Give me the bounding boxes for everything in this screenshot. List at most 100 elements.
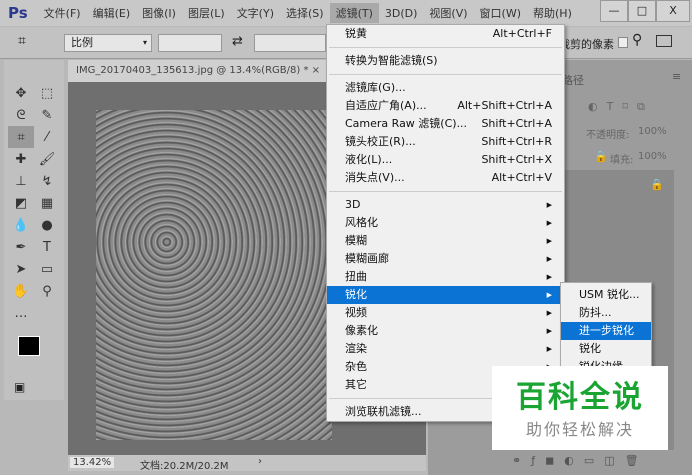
menu-item-label: 3D (345, 198, 361, 211)
menu-item[interactable]: 进一步锐化 (561, 322, 651, 340)
watermark-title: 百科全说 (516, 380, 644, 415)
menu-type[interactable]: 文字(Y) (231, 3, 280, 23)
gradient-tool-icon[interactable]: ▦ (34, 192, 60, 214)
menu-item[interactable]: 渲染 ▶ (327, 340, 564, 358)
menu-item[interactable]: 转换为智能滤镜(S) (327, 52, 564, 70)
ratio-select[interactable]: 比例 ▾ (64, 34, 152, 52)
menu-item[interactable]: USM 锐化... (561, 286, 651, 304)
paths-tab[interactable]: 路径 (562, 72, 584, 88)
menu-window[interactable]: 窗口(W) (474, 3, 527, 23)
menu-item-label: Camera Raw 滤镜(C)... (345, 117, 468, 130)
foreground-color[interactable] (18, 336, 40, 356)
menu-item[interactable]: 滤镜库(G)... (327, 79, 564, 97)
sharpen-submenu: USM 锐化...防抖...进一步锐化锐化锐化边缘 (560, 282, 652, 377)
opacity-label: 不透明度: (586, 130, 630, 141)
height-input[interactable] (254, 34, 326, 52)
menu-item[interactable]: 锐化 (561, 340, 651, 358)
menu-item-label: USM 锐化... (579, 288, 640, 301)
menu-help[interactable]: 帮助(H) (527, 3, 578, 23)
workspace-icon[interactable] (656, 35, 672, 47)
menu-view[interactable]: 视图(V) (423, 3, 473, 23)
menu-item[interactable]: 防抖... (561, 304, 651, 322)
crop-tool-icon[interactable]: ⌗ (8, 126, 34, 148)
menu-item-label: 风格化 (345, 216, 378, 229)
dodge-tool-icon[interactable]: ● (34, 214, 60, 236)
layer-filter-icons[interactable]: ◐T⌑⧉ (588, 100, 654, 114)
screen-mode-icon[interactable]: ▣ (14, 380, 25, 394)
menu-item[interactable]: 液化(L)... Shift+Ctrl+X (327, 151, 564, 169)
menu-item[interactable]: 自适应广角(A)... Alt+Shift+Ctrl+A (327, 97, 564, 115)
document-tab-title: IMG_20170403_135613.jpg @ 13.4%(RGB/8) * (76, 65, 309, 76)
fill-label: 填充: (610, 155, 634, 166)
menu-shortcut: Shift+Ctrl+A (481, 117, 552, 130)
submenu-arrow-icon: ▶ (546, 237, 552, 245)
delete-cropped-checkbox[interactable] (618, 37, 628, 48)
menu-layer[interactable]: 图层(L) (182, 3, 231, 23)
hand-tool-icon[interactable]: ✋ (8, 280, 34, 302)
lock-icon[interactable]: 🔒 (594, 150, 608, 163)
fill-value[interactable]: 100% (638, 151, 667, 162)
menu-shortcut: Shift+Ctrl+X (481, 153, 552, 166)
panel-menu-icon[interactable]: ≡ (672, 70, 681, 83)
crop-tool-icon[interactable]: ⌗ (18, 33, 26, 49)
submenu-arrow-icon: ▶ (546, 291, 552, 299)
menu-item[interactable]: 扭曲 ▶ (327, 268, 564, 286)
close-window-button[interactable]: X (656, 0, 690, 22)
blur-tool-icon[interactable]: 💧 (8, 214, 34, 236)
rectangle-tool-icon[interactable]: ▭ (34, 258, 60, 280)
menu-item[interactable]: 消失点(V)... Alt+Ctrl+V (327, 169, 564, 187)
eyedropper-tool-icon[interactable]: ⁄ (34, 126, 60, 148)
layer-actions-icons[interactable]: ⚭ƒ◼◐▭◫🗑 (512, 454, 649, 467)
menu-item-label: 消失点(V)... (345, 171, 405, 184)
history-brush-icon[interactable]: ↯ (34, 170, 60, 192)
stamp-tool-icon[interactable]: ⊥ (8, 170, 34, 192)
marquee-tool-icon[interactable]: ⬚ (34, 82, 60, 104)
menu-item[interactable]: 模糊画廊 ▶ (327, 250, 564, 268)
healing-tool-icon[interactable]: ✚ (8, 148, 34, 170)
menu-item-label: 视频 (345, 306, 367, 319)
zoom-tool-icon[interactable]: ⚲ (34, 280, 60, 302)
menu-item[interactable]: 像素化 ▶ (327, 322, 564, 340)
submenu-arrow-icon: ▶ (546, 345, 552, 353)
tab-close-icon[interactable]: × (312, 65, 320, 76)
opacity-value[interactable]: 100% (638, 126, 667, 137)
more-tools-icon[interactable]: … (8, 302, 34, 324)
toolbox: ✥ ⬚ ᘓ ✎ ⌗ ⁄ ✚ 🖌 ⊥ ↯ ◩ ▦ 💧 ● ✒ T ➤ ▭ ✋ ⚲ … ▣ (4, 60, 64, 400)
quick-select-tool-icon[interactable]: ✎ (34, 104, 60, 126)
menu-select[interactable]: 选择(S) (280, 3, 330, 23)
maximize-button[interactable]: □ (628, 0, 656, 22)
menu-image[interactable]: 图像(I) (136, 3, 182, 23)
lasso-tool-icon[interactable]: ᘓ (8, 104, 34, 126)
eraser-tool-icon[interactable]: ◩ (8, 192, 34, 214)
menu-3d[interactable]: 3D(D) (379, 5, 424, 22)
menu-edit[interactable]: 编辑(E) (87, 3, 137, 23)
menu-item[interactable]: Camera Raw 滤镜(C)... Shift+Ctrl+A (327, 115, 564, 133)
menu-shortcut: Alt+Shift+Ctrl+A (457, 99, 552, 112)
menu-item[interactable]: 锐化 ▶ (327, 286, 564, 304)
submenu-arrow-icon: ▶ (546, 327, 552, 335)
menu-file[interactable]: 文件(F) (38, 3, 87, 23)
menu-item-label: 锐黄 (345, 27, 367, 40)
pen-tool-icon[interactable]: ✒ (8, 236, 34, 258)
menu-item[interactable]: 风格化 ▶ (327, 214, 564, 232)
document-tab[interactable]: IMG_20170403_135613.jpg @ 13.4%(RGB/8) *… (68, 60, 330, 82)
status-arrow[interactable]: › (258, 456, 262, 467)
zoom-level[interactable]: 13.42% (70, 457, 115, 468)
path-select-icon[interactable]: ➤ (8, 258, 34, 280)
menu-item[interactable]: 锐黄 Alt+Ctrl+F (327, 25, 564, 43)
swap-icon[interactable]: ⇄ (232, 34, 243, 49)
menu-item[interactable]: 3D ▶ (327, 196, 564, 214)
chevron-down-icon: ▾ (142, 38, 147, 47)
minimize-button[interactable]: — (600, 0, 628, 22)
menu-item-label: 其它 (345, 378, 367, 391)
move-tool-icon[interactable]: ✥ (8, 82, 34, 104)
menu-item[interactable]: 视频 ▶ (327, 304, 564, 322)
menu-filter[interactable]: 滤镜(T) (329, 3, 379, 23)
type-tool-icon[interactable]: T (34, 236, 60, 258)
menu-bar: Ps 文件(F) 编辑(E) 图像(I) 图层(L) 文字(Y) 选择(S) 滤… (0, 0, 692, 26)
brush-tool-icon[interactable]: 🖌 (34, 148, 60, 170)
width-input[interactable] (158, 34, 222, 52)
search-icon[interactable]: ⚲ (632, 32, 642, 48)
menu-item[interactable]: 镜头校正(R)... Shift+Ctrl+R (327, 133, 564, 151)
menu-item[interactable]: 模糊 ▶ (327, 232, 564, 250)
